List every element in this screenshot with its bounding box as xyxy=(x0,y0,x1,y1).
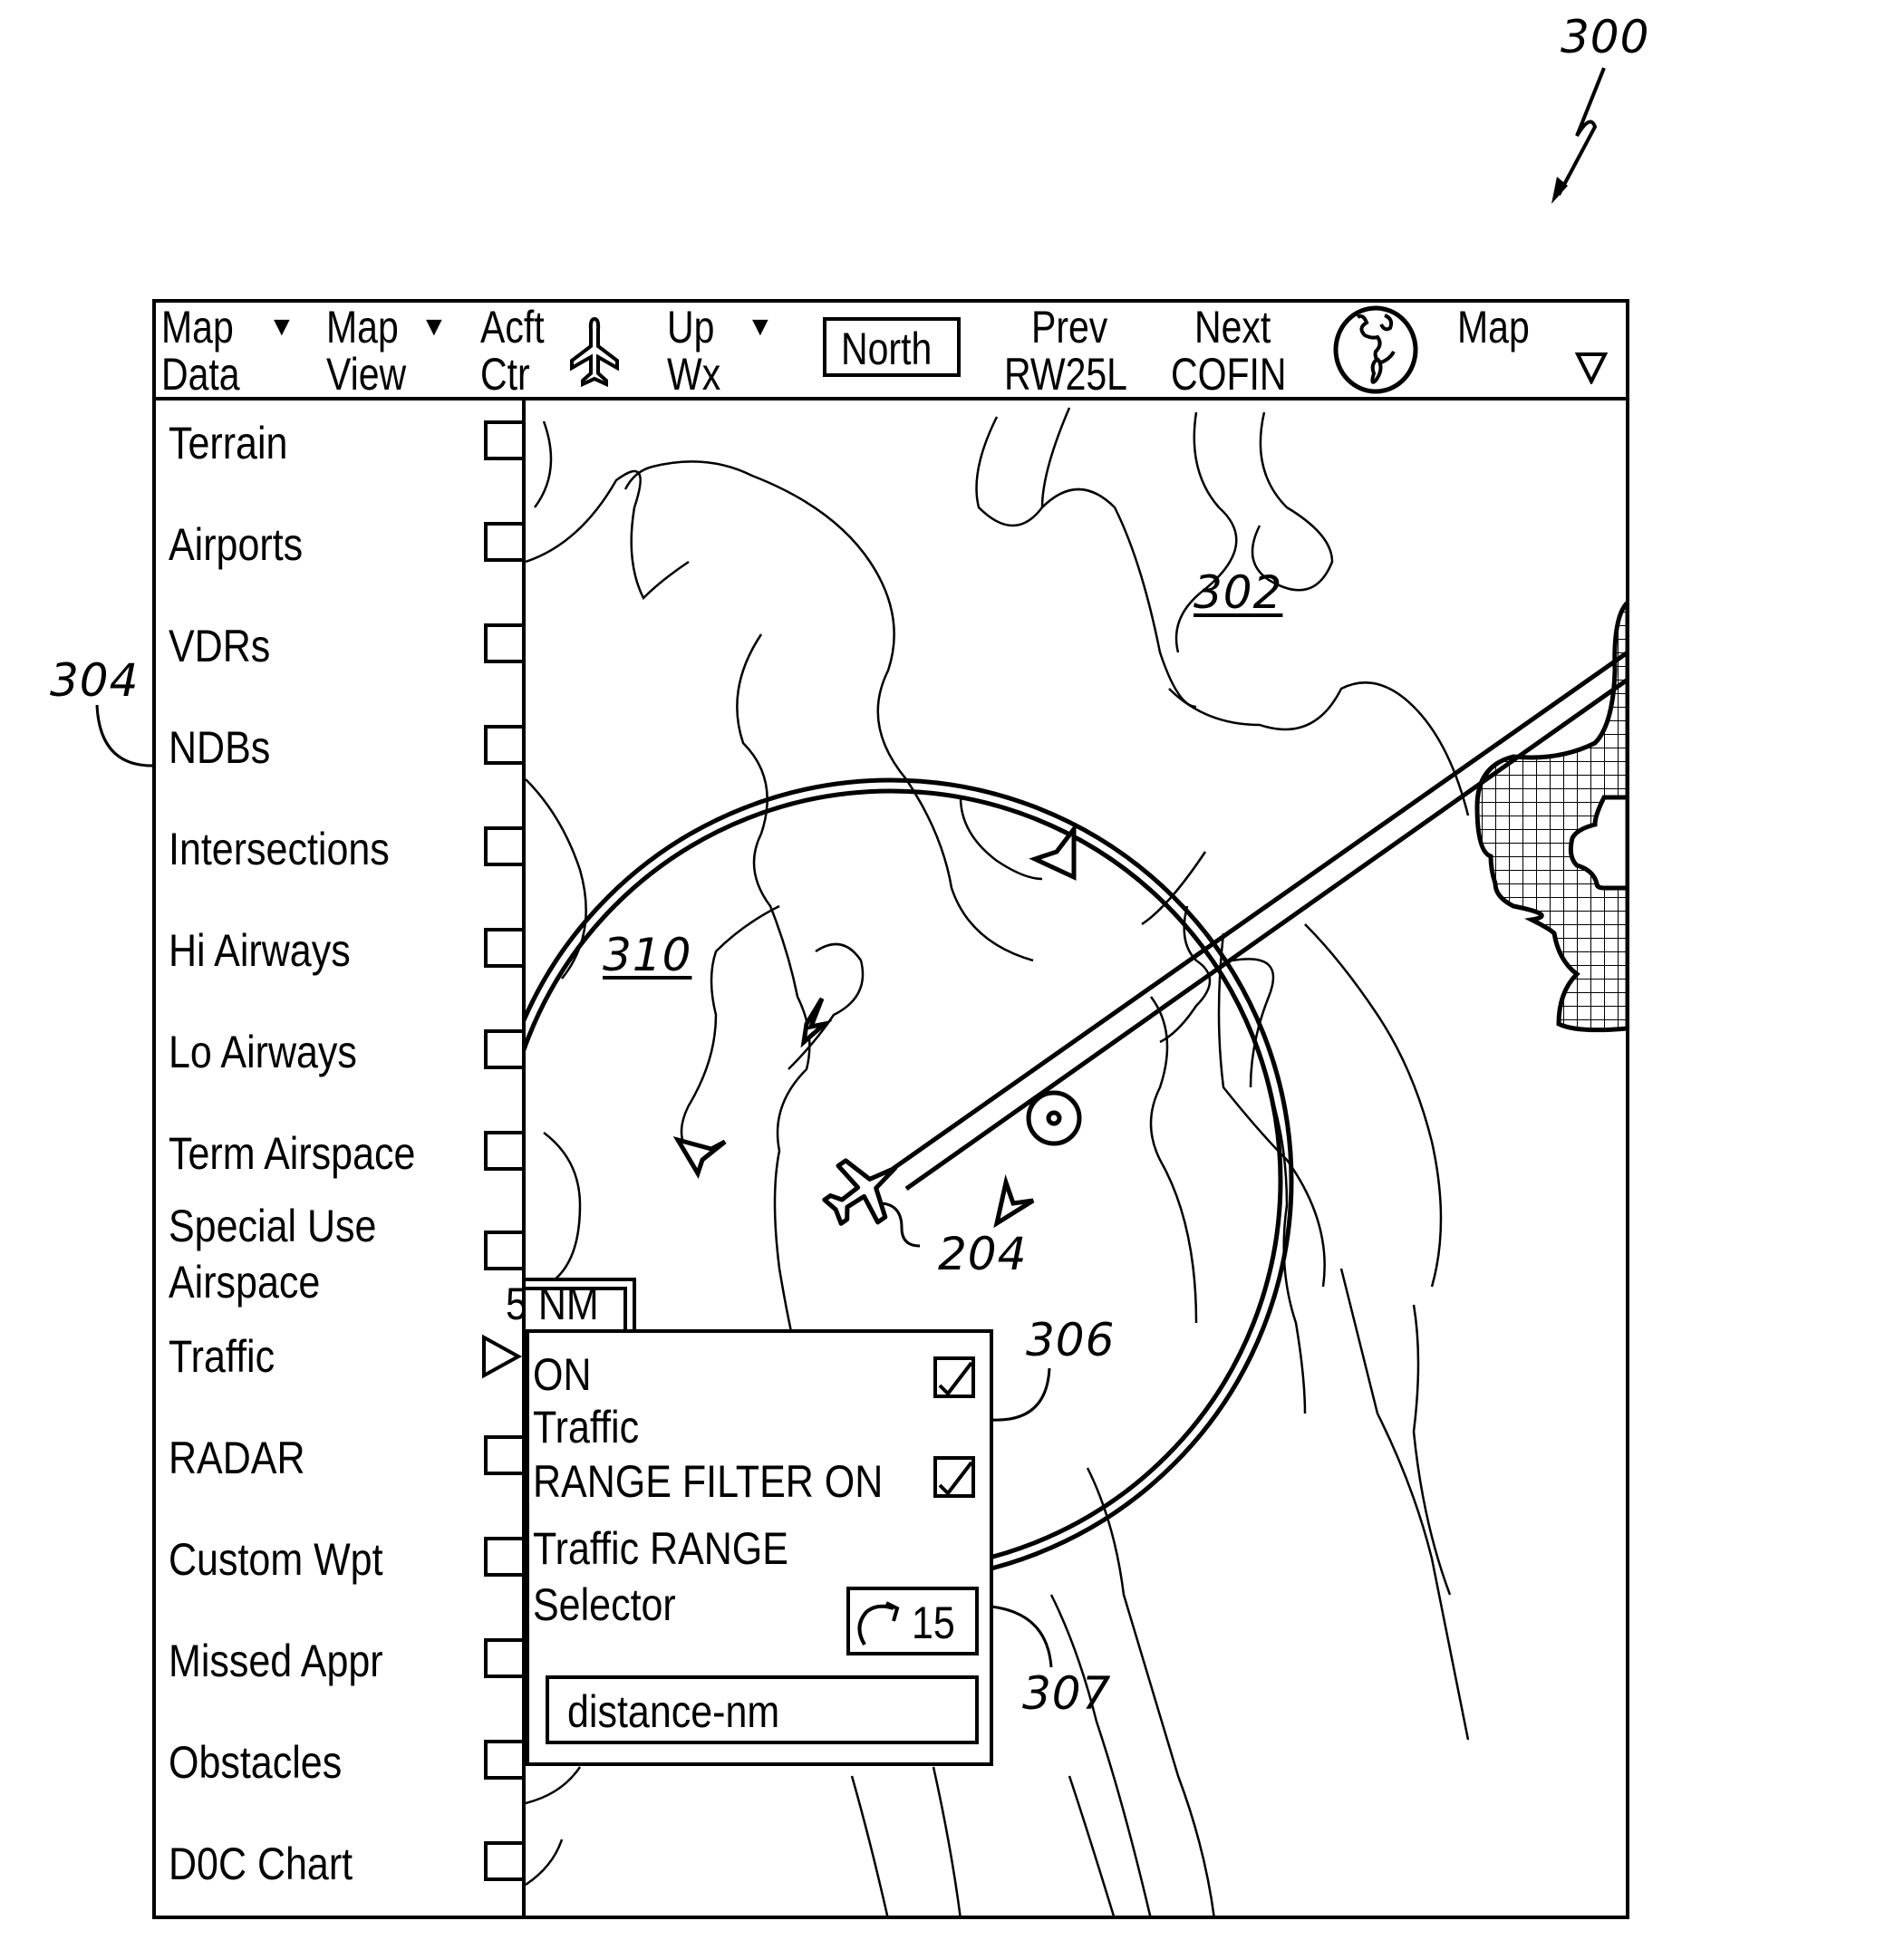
figure-ref-300: 300 xyxy=(1561,11,1650,63)
ref-arrow-300 xyxy=(1551,67,1606,204)
figure-ref-304: 304 xyxy=(50,654,140,707)
ref-leader-304 xyxy=(95,704,153,767)
display-frame xyxy=(152,299,1629,1919)
